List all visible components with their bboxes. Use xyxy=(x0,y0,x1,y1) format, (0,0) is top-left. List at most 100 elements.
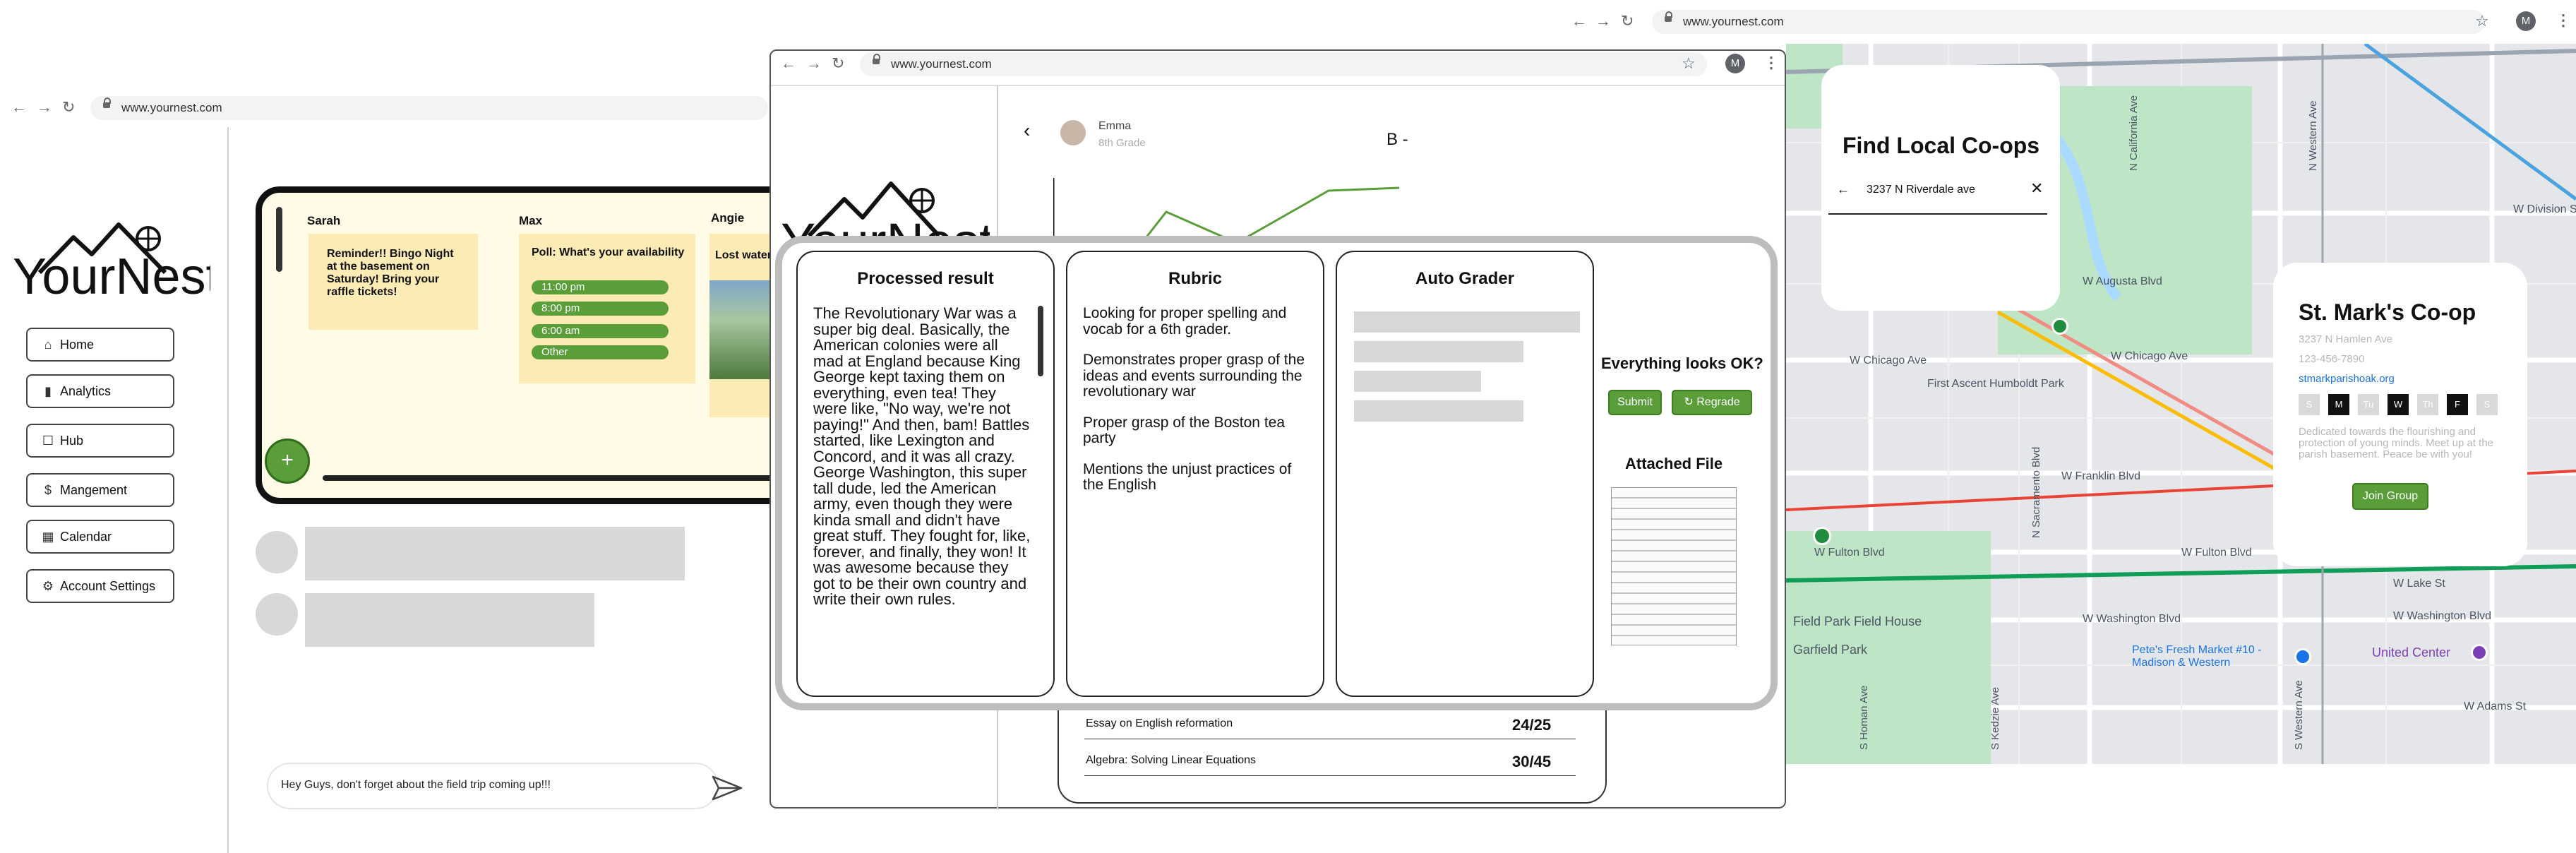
nav-label: Analytics xyxy=(60,383,112,398)
map-street-label: N California Ave xyxy=(2128,95,2140,171)
assignment-score: 24/25 xyxy=(1512,716,1552,734)
assignment-name[interactable]: Algebra: Solving Linear Equations xyxy=(1086,754,1256,767)
rubric-item: Looking for proper spelling and vocab fo… xyxy=(1083,305,1287,338)
url-text: www.yournest.com xyxy=(891,57,992,71)
nav-label: Hub xyxy=(60,433,84,448)
nav-analytics[interactable]: ▮ Analytics xyxy=(26,374,174,408)
forward-icon[interactable]: → xyxy=(37,100,52,115)
poll-option[interactable]: 8:00 pm xyxy=(532,302,669,316)
map-street-label: W Division St xyxy=(2513,203,2576,215)
button-label: Join Group xyxy=(2362,490,2419,502)
back-icon[interactable]: ← xyxy=(1571,13,1587,29)
address-bar[interactable]: www.yournest.com xyxy=(90,96,768,120)
lock-icon xyxy=(873,54,880,64)
park-pin-icon[interactable] xyxy=(1813,527,1831,545)
post-author-max: Max xyxy=(519,214,543,227)
back-chevron-icon[interactable]: ‹ xyxy=(1024,121,1030,141)
bookmark-star-icon[interactable]: ☆ xyxy=(1682,54,1696,73)
address-bar[interactable]: www.yournest.com ☆ xyxy=(1652,10,2489,34)
reload-icon[interactable]: ↻ xyxy=(1621,13,1634,29)
close-icon[interactable]: ✕ xyxy=(2030,179,2043,198)
coop-name: St. Mark's Co-op xyxy=(2299,299,2476,325)
nav-home[interactable]: ⌂ Home xyxy=(26,328,174,362)
nav-calendar[interactable]: ▦ Calendar xyxy=(26,520,174,554)
submit-button[interactable]: Submit xyxy=(1608,390,1662,415)
poll-title: Poll: What's your availability xyxy=(532,246,685,258)
send-icon[interactable] xyxy=(712,774,743,802)
card-title: Auto Grader xyxy=(1415,269,1514,288)
coop-result-card: St. Mark's Co-op 3237 N Hamlen Ave 123-4… xyxy=(2273,263,2527,566)
row-divider xyxy=(1084,775,1576,776)
board-scrollbar[interactable] xyxy=(276,207,282,272)
attached-file-thumbnail[interactable] xyxy=(1611,487,1737,645)
forward-icon[interactable]: → xyxy=(1595,13,1611,29)
profile-avatar[interactable]: M xyxy=(2516,11,2536,31)
auto-grader-card: Auto Grader xyxy=(1336,251,1594,697)
search-input[interactable]: 3237 N Riverdale ave xyxy=(1867,184,1975,196)
loading-placeholder xyxy=(1354,311,1580,333)
map-place-label[interactable]: Field Park Field House xyxy=(1793,614,1922,629)
text-scrollbar[interactable] xyxy=(1038,306,1043,376)
reload-icon[interactable]: ↻ xyxy=(832,56,844,71)
back-icon[interactable]: ← xyxy=(781,56,796,71)
menu-dots-icon[interactable]: ⋮ xyxy=(2556,11,2571,30)
processed-text: The Revolutionary War was a super big de… xyxy=(813,304,1031,608)
menu-dots-icon[interactable]: ⋮ xyxy=(1763,54,1779,72)
join-group-button[interactable]: Join Group xyxy=(2352,483,2428,510)
student-grade: 8th Grade xyxy=(1098,137,1146,149)
lock-icon xyxy=(103,97,111,108)
park-pin-icon[interactable] xyxy=(2051,318,2068,335)
poll-card: Poll: What's your availability 11:00 pm … xyxy=(519,234,695,383)
day-tuesday: Tu xyxy=(2358,394,2379,415)
map-street-label: S Kedzie Ave xyxy=(1989,687,2001,750)
button-label: Regrade xyxy=(1696,396,1740,408)
board-hscrollbar[interactable] xyxy=(323,475,845,481)
reload-icon[interactable]: ↻ xyxy=(62,100,75,115)
bookmark-star-icon[interactable]: ☆ xyxy=(2475,12,2489,30)
nav-hub[interactable]: ☐ Hub xyxy=(26,424,174,458)
coop-search-card: Find Local Co-ops ← 3237 N Riverdale ave… xyxy=(1821,65,2060,311)
back-icon[interactable]: ← xyxy=(11,100,27,115)
nav-account-settings[interactable]: ⚙ Account Settings xyxy=(26,569,174,603)
map-place-label[interactable]: United Center xyxy=(2372,645,2450,660)
poll-option[interactable]: 6:00 am xyxy=(532,324,669,338)
profile-avatar[interactable]: M xyxy=(1725,54,1745,73)
map-place-label[interactable]: Pete's Fresh Market #10 - Madison & West… xyxy=(2132,644,2294,669)
forward-icon[interactable]: → xyxy=(806,56,822,71)
nav-management[interactable]: $ Mangement xyxy=(26,473,174,507)
plus-icon: + xyxy=(281,448,294,472)
nav-label: Account Settings xyxy=(60,578,156,593)
coop-description: Dedicated towards the flourishing and pr… xyxy=(2299,426,2493,460)
map-street-label: N Sacramento Blvd xyxy=(2030,446,2042,538)
poll-option[interactable]: 11:00 pm xyxy=(532,280,669,294)
address-bar[interactable]: www.yournest.com ☆ xyxy=(860,52,1707,76)
sticky-note-sarah[interactable]: Reminder!! Bingo Night at the basement o… xyxy=(308,234,478,330)
map-street-label: W Lake St xyxy=(2393,578,2445,590)
day-sunday: S xyxy=(2299,394,2320,415)
back-arrow-icon[interactable]: ← xyxy=(1837,182,1850,197)
map-place-label[interactable]: Garfield Park xyxy=(1793,643,1867,657)
chat-input[interactable]: Hey Guys, don't forget about the field t… xyxy=(267,763,743,809)
meeting-days: S M Tu W Th F S xyxy=(2299,394,2510,418)
map-street-label: W Washington Blvd xyxy=(2083,613,2181,625)
bulletin-board: Sarah Reminder!! Bingo Night at the base… xyxy=(256,186,845,504)
regrade-button[interactable]: ↻ Regrade xyxy=(1672,390,1752,415)
yournest-logo[interactable]: YourNest xyxy=(13,203,220,305)
map-street-label: S Western Ave xyxy=(2293,680,2305,750)
map-street-label: W Chicago Ave xyxy=(2111,350,2188,362)
loading-placeholder xyxy=(1354,341,1523,362)
map-place-label[interactable]: First Ascent Humboldt Park xyxy=(1927,378,2064,390)
rubric-item: Mentions the unjust practices of the Eng… xyxy=(1083,460,1292,493)
shopping-pin-icon[interactable] xyxy=(2294,648,2311,665)
add-post-button[interactable]: + xyxy=(265,439,310,484)
assignment-score: 30/45 xyxy=(1512,753,1552,770)
sticky-note-text: Lost water xyxy=(715,249,772,261)
map-street-label: W Washington Blvd xyxy=(2393,610,2492,622)
home-icon: ⌂ xyxy=(44,337,52,352)
button-label: Submit xyxy=(1617,396,1653,408)
coop-website-link[interactable]: stmarkparishoak.org xyxy=(2299,373,2395,385)
venue-pin-icon[interactable] xyxy=(2471,644,2488,661)
poll-option[interactable]: Other xyxy=(532,345,669,359)
map-street-label: W Adams St xyxy=(2464,700,2527,712)
assignment-name[interactable]: Essay on English reformation xyxy=(1086,717,1233,730)
